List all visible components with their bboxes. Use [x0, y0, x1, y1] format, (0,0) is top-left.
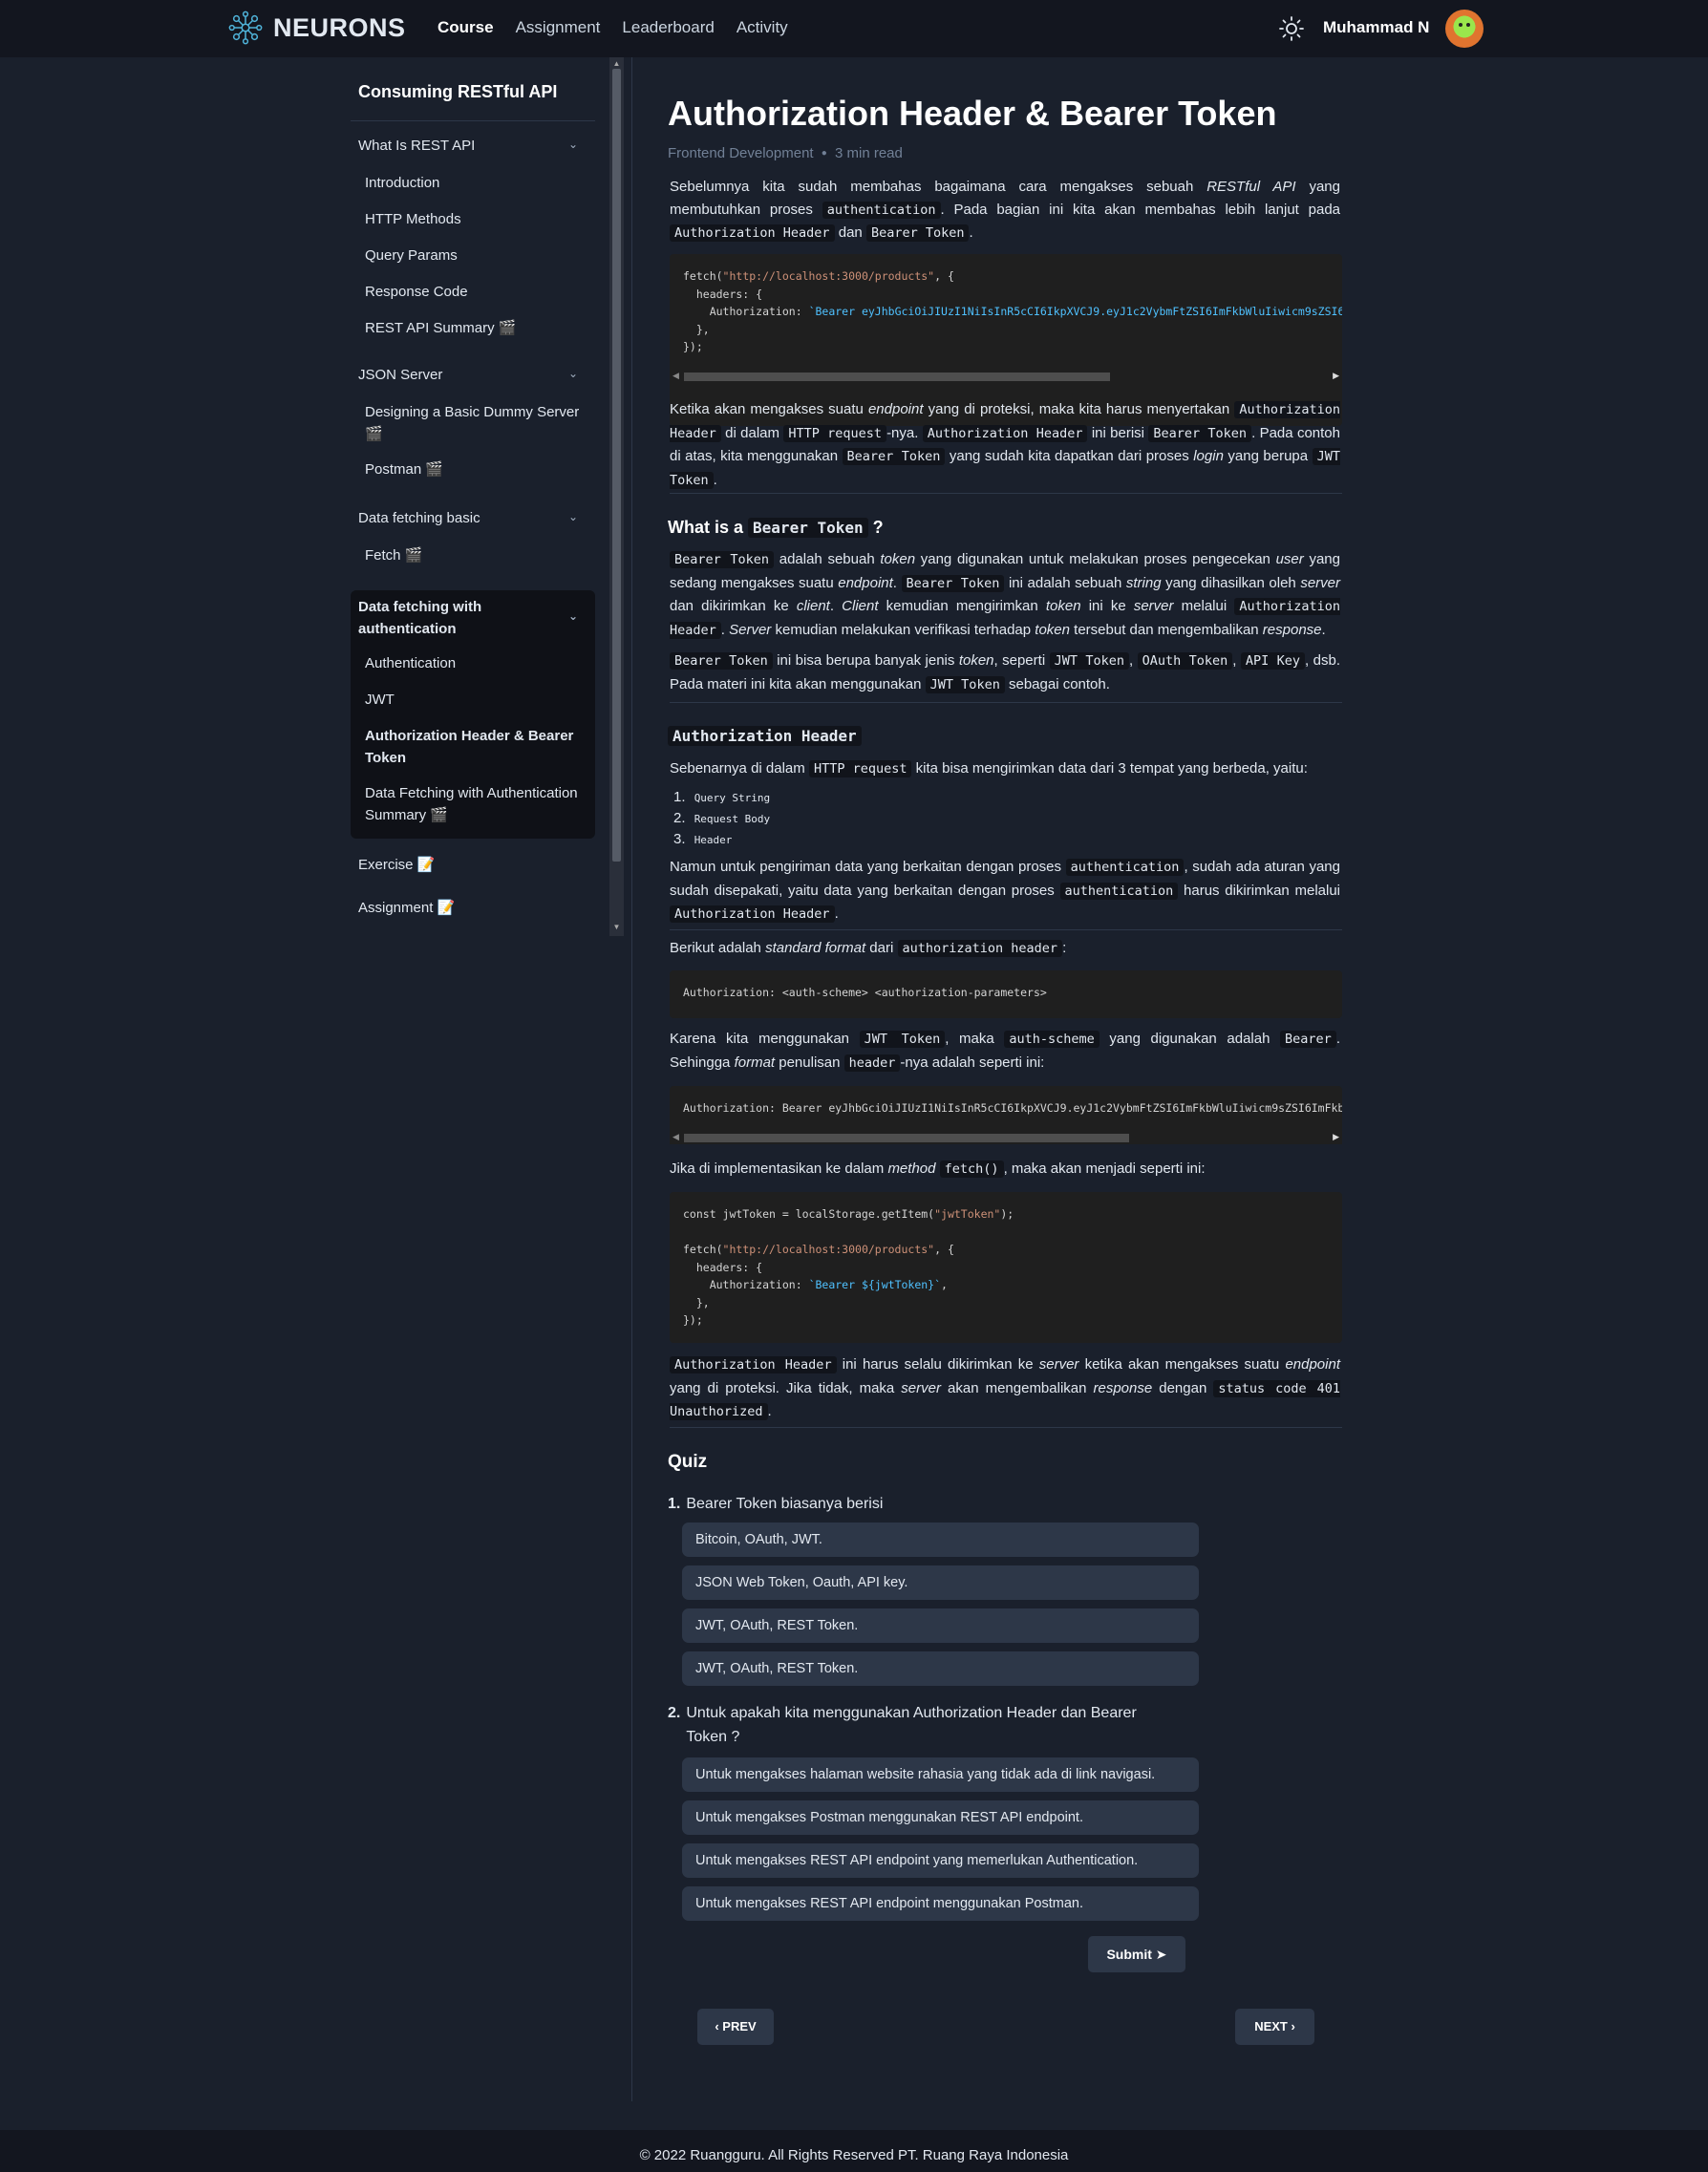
nav-link-activity[interactable]: Activity [737, 18, 788, 37]
brand-name: NEURONS [273, 12, 406, 42]
code-block[interactable]: const jwtToken = localStorage.getItem("j… [670, 1192, 1342, 1343]
chevron-down-icon: ⌄ [567, 510, 578, 523]
sidebar-item-fetch[interactable]: Fetch 🎬 [365, 544, 590, 566]
sidebar-item-authentication[interactable]: Authentication [365, 652, 590, 674]
sidebar-item-designing-dummy-server[interactable]: Designing a Basic Dummy Server 🎬 [365, 401, 590, 445]
nav-link-assignment[interactable]: Assignment [516, 18, 601, 37]
top-navbar: NEURONS Course Assignment Leaderboard Ac… [0, 0, 1708, 57]
list-item: 2. Request Body [673, 810, 771, 826]
scroll-up-arrow-icon[interactable]: ▲ [612, 59, 621, 68]
heading-authorization-header: Authorization Header [668, 726, 862, 746]
list-item: 3. Header [673, 831, 733, 847]
divider [351, 120, 595, 121]
sidebar-item-rest-api-summary[interactable]: REST API Summary 🎬 [365, 317, 590, 339]
copyright-text: © 2022 Ruangguru. All Rights Reserved PT… [639, 2147, 1069, 2163]
username[interactable]: Muhammad N [1323, 18, 1429, 37]
quiz-question: 1. Bearer Token biasanya berisi [668, 1496, 884, 1512]
sidebar-group-what-is-rest-api[interactable]: What Is REST API ⌄ [358, 138, 587, 154]
quiz-option[interactable]: JSON Web Token, Oauth, API key. [682, 1565, 1199, 1600]
quiz-title: Quiz [668, 1452, 708, 1472]
paragraph: Ketika akan mengakses suatu endpoint yan… [670, 401, 1340, 489]
sidebar-item-auth-summary[interactable]: Data Fetching with Authentication Summar… [365, 782, 590, 826]
article-category: Frontend Development [668, 145, 814, 161]
sidebar-item-exercise[interactable]: Exercise 📝 [358, 856, 435, 873]
quiz-option[interactable]: JWT, OAuth, REST Token. [682, 1608, 1199, 1643]
sidebar-item-assignment[interactable]: Assignment 📝 [358, 899, 455, 916]
sidebar-group-json-server[interactable]: JSON Server ⌄ [358, 367, 587, 383]
quiz-option[interactable]: Untuk mengakses halaman website rahasia … [682, 1757, 1199, 1792]
divider [631, 57, 632, 2101]
submit-button[interactable]: Submit ➤ [1088, 1936, 1185, 1972]
paragraph: Bearer Token ini bisa berupa banyak jeni… [670, 652, 1340, 693]
next-button[interactable]: NEXT › [1235, 2009, 1314, 2045]
paragraph: Karena kita menggunakan JWT Token, maka … [670, 1031, 1340, 1072]
paragraph: Jika di implementasikan ke dalam method … [670, 1161, 1206, 1178]
divider [670, 1427, 1342, 1428]
page-title: Authorization Header & Bearer Token [668, 94, 1277, 133]
sidebar-group-label: Data fetching with authentication [358, 599, 482, 637]
chevron-down-icon: ⌄ [567, 367, 578, 380]
sidebar-group-data-fetching-basic[interactable]: Data fetching basic ⌄ [358, 510, 587, 526]
sidebar-item-http-methods[interactable]: HTTP Methods [365, 208, 590, 230]
sidebar-item-response-code[interactable]: Response Code [365, 281, 590, 303]
code-horizontal-scrollbar[interactable]: ◀ ▶ [670, 1131, 1342, 1144]
quiz-option[interactable]: Untuk mengakses REST API endpoint yang m… [682, 1843, 1199, 1878]
code-horizontal-scrollbar[interactable]: ◀ ▶ [670, 370, 1342, 383]
divider [670, 702, 1342, 703]
prev-button[interactable]: ‹ PREV [697, 2009, 774, 2045]
sidebar-item-postman[interactable]: Postman 🎬 [365, 458, 590, 480]
sidebar-group-label: Data fetching basic [358, 510, 480, 526]
scroll-down-arrow-icon[interactable]: ▼ [612, 923, 621, 931]
quiz-option[interactable]: Untuk mengakses REST API endpoint menggu… [682, 1886, 1199, 1921]
heading-what-is-bearer-token: What is a Bearer Token ? [668, 518, 884, 538]
sidebar-item-introduction[interactable]: Introduction [365, 172, 590, 194]
code-block-bearer[interactable]: Authorization: Bearer eyJhbGciOiJIUzI1Ni… [670, 1086, 1342, 1134]
divider [670, 493, 1342, 494]
list-item: 1. Query String [673, 789, 771, 805]
sidebar-item-authorization-header[interactable]: Authorization Header & Bearer Token [365, 725, 590, 769]
divider [670, 929, 1342, 930]
paragraph: Authorization Header ini harus selalu di… [670, 1356, 1340, 1420]
quiz-question: 2. Untuk apakah kita menggunakan Authoriz… [668, 1705, 1137, 1745]
paragraph: Berikut adalah standard format dari auth… [670, 940, 1067, 957]
quiz-option[interactable]: Bitcoin, OAuth, JWT. [682, 1523, 1199, 1557]
paragraph: Sebelumnya kita sudah membahas bagaimana… [670, 179, 1341, 242]
sidebar-item-query-params[interactable]: Query Params [365, 245, 590, 266]
brand-logo[interactable]: NEURONS [227, 10, 406, 46]
paragraph: Namun untuk pengiriman data yang berkait… [670, 859, 1341, 923]
sun-icon[interactable] [1278, 15, 1305, 42]
sidebar-group-data-fetching-auth[interactable]: Data fetching with authentication ⌄ [358, 596, 587, 640]
article-meta: Frontend Development ● 3 min read [668, 145, 903, 161]
nav-link-course[interactable]: Course [438, 18, 494, 37]
paragraph: Bearer Token adalah sebuah token yang di… [670, 551, 1340, 639]
sidebar-item-jwt[interactable]: JWT [365, 689, 590, 711]
paragraph: Sebenarnya di dalam HTTP request kita bi… [670, 760, 1308, 777]
sidebar-title: Consuming RESTful API [358, 82, 558, 101]
avatar[interactable] [1445, 10, 1484, 48]
scrollbar-thumb[interactable] [612, 69, 621, 862]
sidebar-group-label: JSON Server [358, 367, 443, 383]
quiz-option[interactable]: JWT, OAuth, REST Token. [682, 1651, 1199, 1686]
code-block-format[interactable]: Authorization: <auth-scheme> <authorizat… [670, 970, 1342, 1018]
chevron-down-icon: ⌄ [567, 609, 578, 623]
read-time: 3 min read [834, 145, 903, 161]
dot-separator: ● [821, 148, 827, 159]
ordered-list: 1. Query String 2. Request Body 3. Heade… [673, 787, 775, 850]
chevron-down-icon: ⌄ [567, 138, 578, 151]
sidebar-group-label: What Is REST API [358, 138, 476, 154]
nav-link-leaderboard[interactable]: Leaderboard [622, 18, 714, 37]
quiz-option[interactable]: Untuk mengakses Postman menggunakan REST… [682, 1800, 1199, 1835]
neurons-logo-icon [228, 11, 263, 45]
